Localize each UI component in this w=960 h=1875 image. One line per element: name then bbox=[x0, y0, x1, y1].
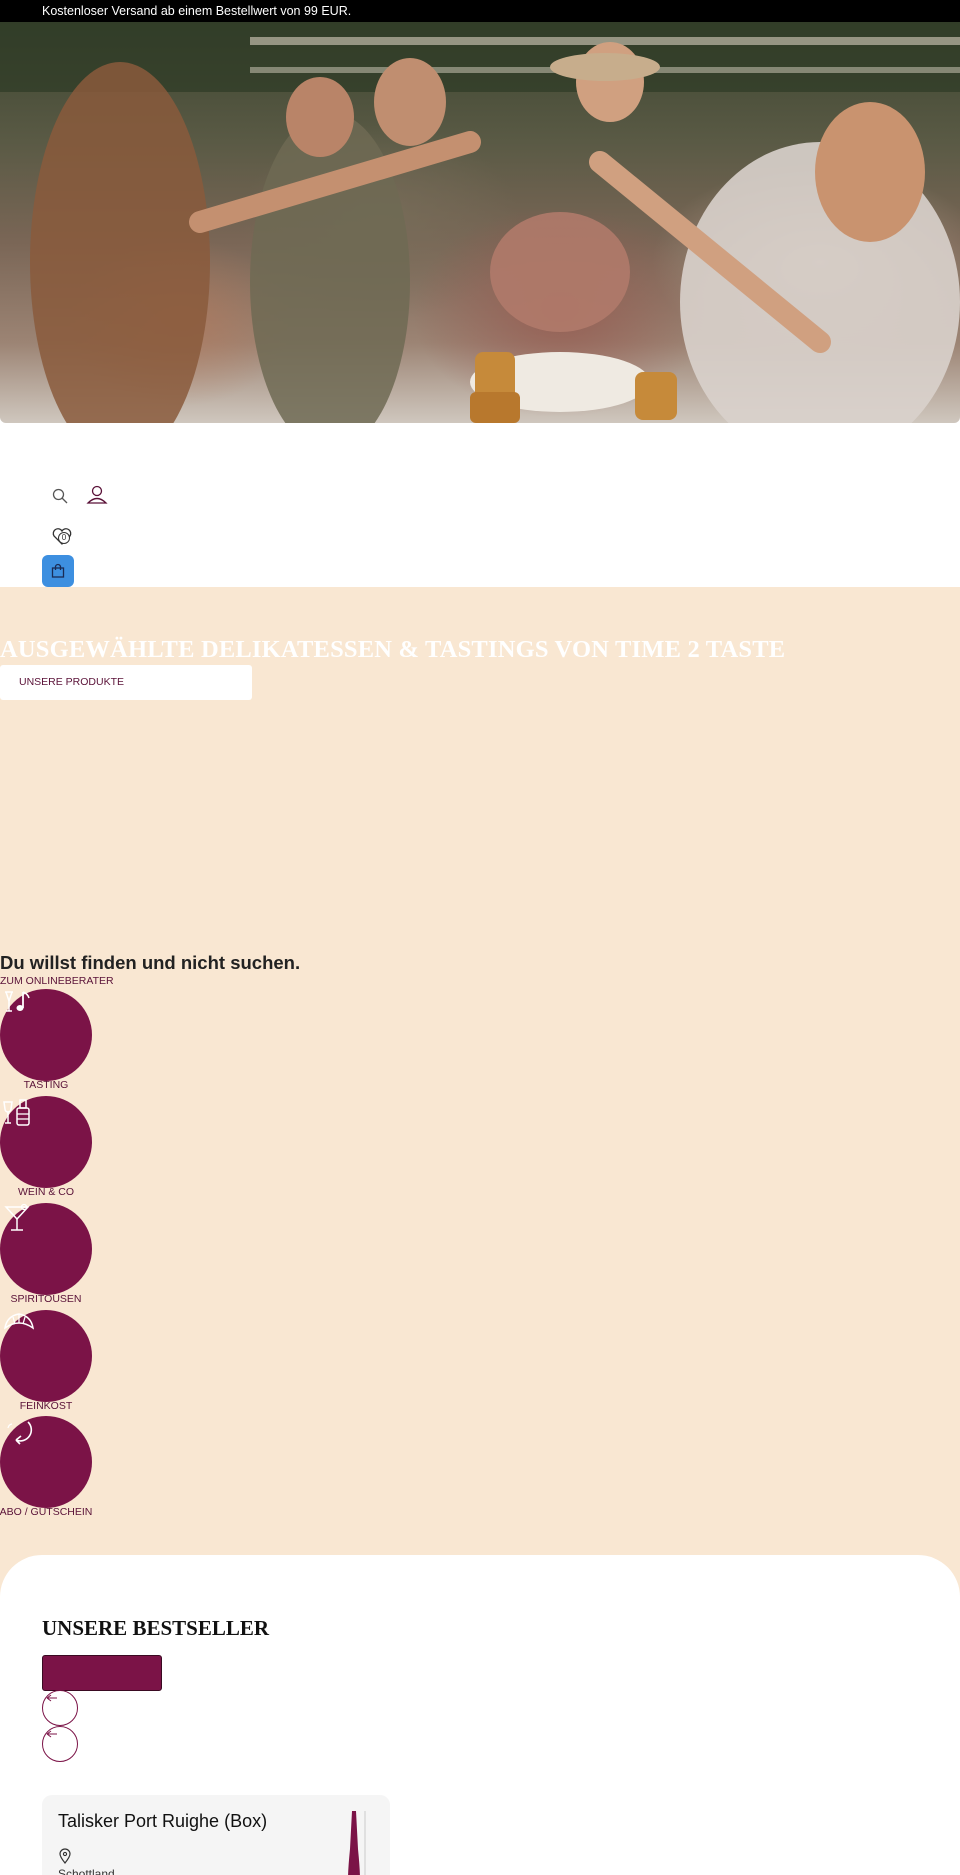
category-label: ABO / GUTSCHEIN bbox=[0, 1506, 93, 1518]
account-button[interactable] bbox=[84, 482, 110, 508]
arrow-left-icon bbox=[46, 1730, 57, 1738]
category-label: WEIN & CO bbox=[17, 1186, 74, 1198]
category-label: FEINKOST bbox=[19, 1400, 73, 1412]
account-icon bbox=[86, 485, 108, 504]
wine-bottle-icon bbox=[3, 1099, 30, 1126]
carousel-prev-button[interactable] bbox=[42, 1690, 78, 1726]
category-label: SPIRITOUSEN bbox=[10, 1293, 82, 1305]
search-button[interactable] bbox=[48, 484, 72, 508]
header-icon-bar: 0 bbox=[0, 423, 960, 587]
hero-image bbox=[0, 22, 960, 423]
cart-icon bbox=[51, 563, 65, 578]
product-bottle-image bbox=[348, 1811, 366, 1875]
croissant-icon bbox=[3, 1313, 35, 1330]
bestseller-button[interactable] bbox=[42, 1655, 162, 1691]
search-icon bbox=[52, 488, 68, 504]
cocktail-glass-icon bbox=[4, 1203, 30, 1231]
wishlist-button[interactable]: 0 bbox=[48, 523, 76, 551]
arrow-left-icon bbox=[46, 1694, 57, 1702]
bestseller-title: UNSERE BESTSELLER bbox=[42, 1616, 270, 1640]
online-advisor-link[interactable]: ZUM ONLINEBERATER bbox=[0, 975, 114, 987]
hero-content-section bbox=[0, 587, 960, 1597]
refresh-arrow-icon bbox=[7, 1421, 33, 1445]
hero-photo-illustration bbox=[0, 22, 960, 423]
finder-title: Du willst finden und nicht suchen. bbox=[0, 952, 301, 973]
our-products-button[interactable]: UNSERE PRODUKTE bbox=[0, 665, 252, 700]
product-origin: Schottland bbox=[58, 1867, 115, 1875]
wishlist-count: 0 bbox=[58, 532, 70, 544]
product-card[interactable]: Talisker Port Ruighe (Box) Schottland bbox=[42, 1795, 390, 1875]
carousel-next-button[interactable] bbox=[42, 1726, 78, 1762]
announcement-bar: Kostenloser Versand ab einem Bestellwert… bbox=[0, 0, 960, 22]
tasting-icon bbox=[5, 991, 30, 1012]
location-pin-icon bbox=[59, 1848, 71, 1864]
category-label: TASTING bbox=[23, 1079, 69, 1091]
announcement-text: Kostenloser Versand ab einem Bestellwert… bbox=[42, 4, 352, 18]
hero-title: AUSGEWÄHLTE DELIKATESSEN & TASTINGS VON … bbox=[0, 636, 786, 663]
product-name[interactable]: Talisker Port Ruighe (Box) bbox=[58, 1811, 267, 1832]
cart-button[interactable] bbox=[42, 555, 74, 587]
